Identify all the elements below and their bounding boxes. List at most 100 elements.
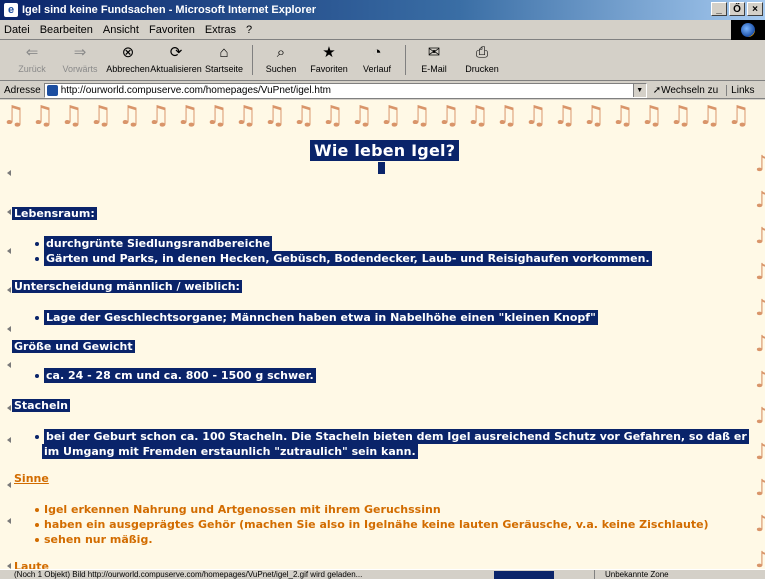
bullet-icon: [35, 374, 39, 378]
marker-icon: [7, 170, 11, 176]
marker-icon: [7, 405, 11, 411]
section-heading: Laute: [14, 560, 49, 569]
marker-icon: [7, 362, 11, 368]
favorites-button[interactable]: ★ Favoriten: [305, 41, 353, 79]
forward-label: Vorwärts: [62, 64, 98, 74]
list-item-continuation: im Umgang mit Fremden erstaunlich "zutra…: [42, 444, 418, 459]
search-button[interactable]: ⌕ Suchen: [257, 41, 305, 79]
music-note-icon: ♪: [754, 296, 765, 321]
music-note-icon: ♫: [669, 101, 693, 131]
music-note-icon: ♫: [60, 101, 84, 131]
list-item: Gärten und Parks, in denen Hecken, Gebüs…: [35, 251, 652, 266]
refresh-icon: ⟳: [169, 44, 183, 61]
print-icon: ⎙: [475, 44, 488, 61]
go-button[interactable]: ➚Wechseln zu: [653, 85, 718, 96]
music-note-icon: ♪: [754, 368, 765, 393]
home-button[interactable]: ⌂ Startseite: [200, 41, 248, 79]
music-note-icon: ♪: [754, 188, 765, 213]
list-item: sehen nur mäßig.: [35, 532, 153, 547]
refresh-button[interactable]: ⟳ Aktualisieren: [150, 41, 202, 79]
go-arrow-icon: ➚: [652, 84, 662, 96]
music-note-icon: ♪: [754, 260, 765, 285]
music-note-icon: ♫: [321, 101, 345, 131]
marker-icon: [7, 209, 11, 215]
menu-ansicht[interactable]: Ansicht: [103, 24, 139, 36]
music-note-icon: ♫: [263, 101, 287, 131]
menu-bearbeiten[interactable]: Bearbeiten: [40, 24, 93, 36]
music-note-icon: ♪: [754, 548, 765, 569]
music-note-icon: ♫: [89, 101, 113, 131]
section-heading: Stacheln: [12, 399, 71, 412]
home-label: Startseite: [204, 64, 244, 74]
maximize-button[interactable]: Ő: [729, 2, 745, 16]
browser-window: e Igel sind keine Fundsachen - Microsoft…: [0, 0, 765, 579]
status-text: (Noch 1 Objekt) Bild http://ourworld.com…: [14, 570, 363, 579]
toolbar-separator: [252, 45, 253, 75]
mail-label: E-Mail: [421, 64, 447, 74]
links-button[interactable]: Links: [726, 84, 755, 96]
mail-icon: ✉: [427, 44, 441, 61]
progress-bar: [494, 570, 554, 579]
history-icon: ◔: [372, 44, 382, 61]
search-icon: ⌕: [276, 44, 286, 61]
music-note-icon: ♫: [524, 101, 548, 131]
music-note-border: ♫ ♫ ♫ ♫ ♫ ♫ ♫ ♫ ♫ ♫ ♫ ♫ ♫ ♫ ♫ ♫ ♫ ♫ ♫ ♫ …: [0, 102, 765, 130]
menu-datei[interactable]: Datei: [4, 24, 30, 36]
list-item-text: haben ein ausgeprägtes Gehör (machen Sie…: [44, 518, 709, 531]
list-item: bei der Geburt schon ca. 100 Stacheln. D…: [35, 429, 749, 444]
print-button[interactable]: ⎙ Drucken: [458, 41, 506, 79]
menu-extras[interactable]: Extras: [205, 24, 236, 36]
zone-indicator: Unbekannte Zone: [594, 570, 669, 579]
list-item: ca. 24 - 28 cm und ca. 800 - 1500 g schw…: [35, 368, 316, 383]
address-input[interactable]: http://ourworld.compuserve.com/homepages…: [43, 82, 647, 98]
close-button[interactable]: ×: [747, 2, 763, 16]
music-note-icon: ♫: [147, 101, 171, 131]
address-value: http://ourworld.compuserve.com/homepages…: [60, 84, 332, 96]
music-note-icon: ♫: [437, 101, 461, 131]
music-note-icon: ♫: [350, 101, 374, 131]
address-label: Adresse: [4, 84, 41, 96]
go-label: Wechseln zu: [661, 84, 719, 96]
list-item-text: ca. 24 - 28 cm und ca. 800 - 1500 g schw…: [46, 369, 314, 382]
menu-help[interactable]: ?: [246, 24, 252, 36]
back-arrow-icon: ⇐: [25, 44, 39, 61]
stop-label: Abbrechen: [106, 64, 150, 74]
forward-arrow-icon: ⇒: [73, 44, 87, 61]
page-icon: [46, 84, 58, 96]
music-note-icon: ♪: [754, 224, 765, 249]
history-button[interactable]: ◔ Verlauf: [353, 41, 401, 79]
mail-button[interactable]: ✉ E-Mail: [410, 41, 458, 79]
marker-icon: [7, 518, 11, 524]
music-note-icon: ♫: [176, 101, 200, 131]
address-dropdown-icon[interactable]: ▼: [632, 83, 646, 97]
list-item: haben ein ausgeprägtes Gehör (machen Sie…: [35, 517, 709, 532]
stop-button[interactable]: ⊗ Abbrechen: [104, 41, 152, 79]
list-item-text: bei der Geburt schon ca. 100 Stacheln. D…: [46, 430, 747, 443]
music-note-icon: ♫: [118, 101, 142, 131]
home-icon: ⌂: [219, 44, 229, 61]
menu-favoriten[interactable]: Favoriten: [149, 24, 195, 36]
forward-button[interactable]: ⇒ Vorwärts: [56, 41, 104, 79]
favorites-icon: ★: [322, 44, 336, 61]
bullet-icon: [35, 316, 39, 320]
music-note-icon: ♪: [754, 440, 765, 465]
marker-icon: [7, 437, 11, 443]
status-bar: (Noch 1 Objekt) Bild http://ourworld.com…: [0, 569, 765, 579]
page-content: ♫ ♫ ♫ ♫ ♫ ♫ ♫ ♫ ♫ ♫ ♫ ♫ ♫ ♫ ♫ ♫ ♫ ♫ ♫ ♫ …: [0, 100, 765, 569]
title-bar[interactable]: e Igel sind keine Fundsachen - Microsoft…: [0, 0, 765, 20]
list-item-text: Lage der Geschlechtsorgane; Männchen hab…: [46, 311, 596, 324]
back-button[interactable]: ⇐ Zurück: [8, 41, 56, 79]
list-item-text: sehen nur mäßig.: [44, 533, 153, 546]
toolbar-separator: [405, 45, 406, 75]
bullet-icon: [35, 435, 39, 439]
marker-icon: [7, 287, 11, 293]
music-note-icon: ♫: [234, 101, 258, 131]
toolbar: ⇐ Zurück ⇒ Vorwärts ⊗ Abbrechen ⟳ Aktualisie…: [0, 41, 765, 81]
ie-icon: e: [4, 3, 18, 17]
bullet-icon: [35, 538, 39, 542]
music-note-icon: ♫: [205, 101, 229, 131]
minimize-button[interactable]: _: [711, 2, 727, 16]
list-item-text: durchgrünte Siedlungsrandbereiche: [46, 237, 271, 250]
marker-icon: [7, 482, 11, 488]
music-note-icon: ♪: [754, 476, 765, 501]
